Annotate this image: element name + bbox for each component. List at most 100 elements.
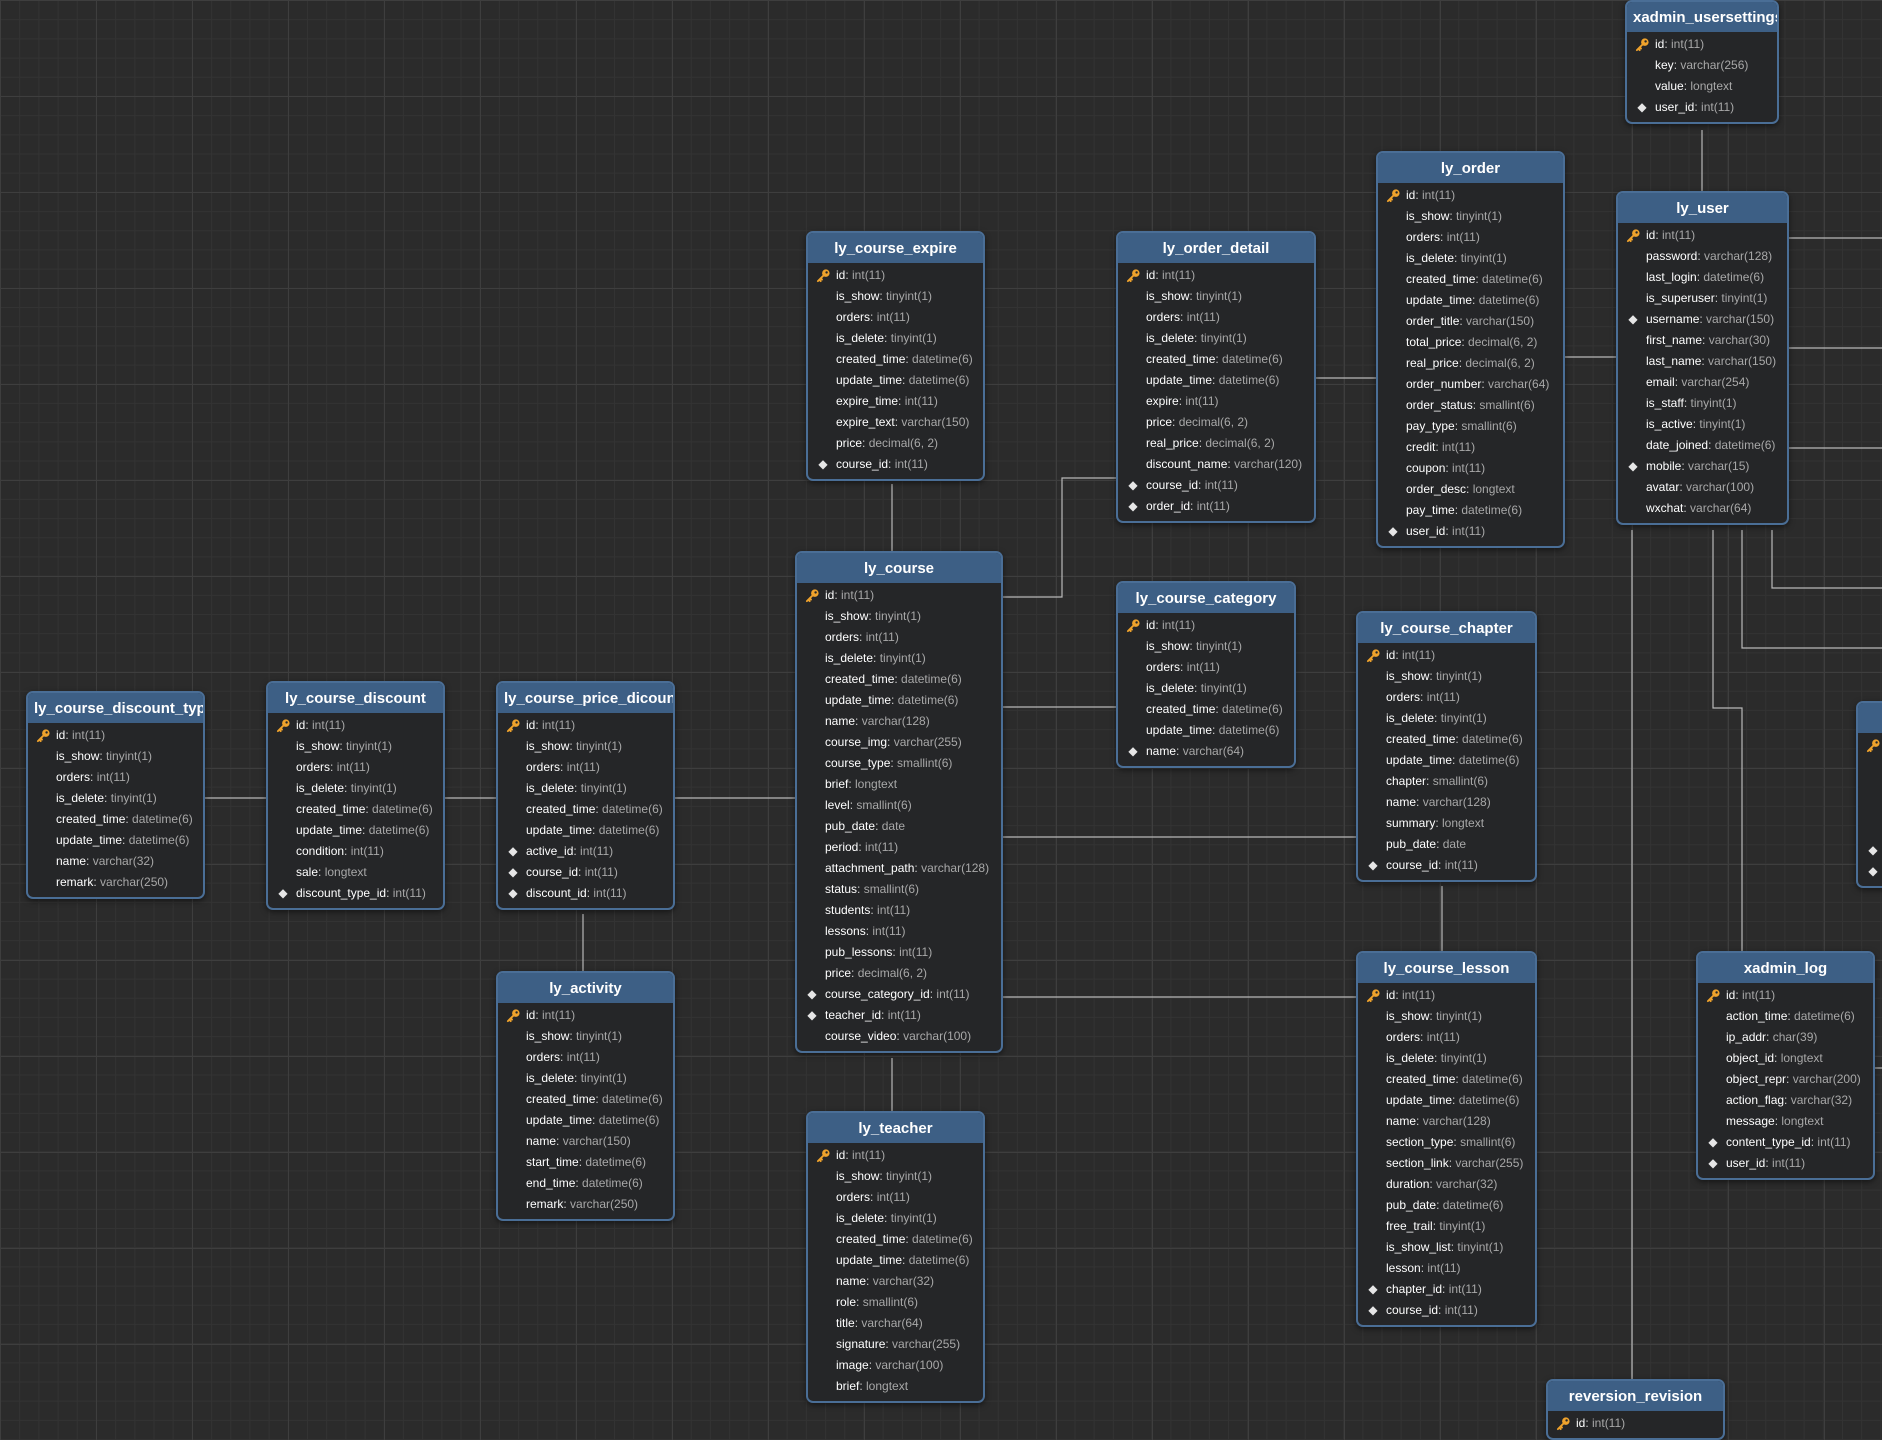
column-row[interactable]: name: varchar(32) (808, 1271, 983, 1292)
column-row[interactable]: update_time: datetime(6) (808, 1250, 983, 1271)
column-row[interactable]: ◆ user_id: int(11) (1378, 521, 1563, 542)
column-row[interactable] (1858, 798, 1882, 819)
column-row[interactable]: real_price: decimal(6, 2) (1378, 353, 1563, 374)
column-row[interactable]: action_flag: varchar(32) (1698, 1090, 1873, 1111)
column-row[interactable]: created_time: datetime(6) (498, 799, 673, 820)
column-row[interactable]: id: int(11) (1358, 985, 1535, 1006)
table-ly-course-category[interactable]: ly_course_category id: int(11) is_show: ti… (1116, 581, 1296, 768)
column-row[interactable]: price: decimal(6, 2) (1118, 412, 1314, 433)
column-row[interactable]: created_time: datetime(6) (1358, 729, 1535, 750)
column-row[interactable]: expire_text: varchar(150) (808, 412, 983, 433)
column-row[interactable]: is_show: tinyint(1) (1378, 206, 1563, 227)
table-title[interactable]: ly_user (1618, 193, 1787, 223)
column-row[interactable]: real_price: decimal(6, 2) (1118, 433, 1314, 454)
column-row[interactable]: orders: int(11) (1358, 687, 1535, 708)
column-row[interactable]: email: varchar(254) (1618, 372, 1787, 393)
column-row[interactable]: created_time: datetime(6) (498, 1089, 673, 1110)
column-row[interactable]: update_time: datetime(6) (498, 820, 673, 841)
column-row[interactable]: ◆ mobile: varchar(15) (1618, 456, 1787, 477)
column-row[interactable]: object_id: longtext (1698, 1048, 1873, 1069)
column-row[interactable]: value: longtext (1627, 76, 1777, 97)
column-row[interactable]: date_joined: datetime(6) (1618, 435, 1787, 456)
column-row[interactable]: action_time: datetime(6) (1698, 1006, 1873, 1027)
column-row[interactable]: coupon: int(11) (1378, 458, 1563, 479)
column-row[interactable]: is_delete: tinyint(1) (808, 1208, 983, 1229)
column-row[interactable]: pub_lessons: int(11) (797, 942, 1001, 963)
table-ly-order-detail[interactable]: ly_order_detail id: int(11) is_show: tinyi… (1116, 231, 1316, 523)
column-row[interactable]: is_show: tinyint(1) (1358, 666, 1535, 687)
column-row[interactable]: update_time: datetime(6) (808, 370, 983, 391)
table-title[interactable]: ly_course_discount_type (28, 693, 203, 723)
column-row[interactable]: ◆ user_id: int(11) (1698, 1153, 1873, 1174)
column-row[interactable]: ◆ course_category_id: int(11) (797, 984, 1001, 1005)
column-row[interactable]: update_time: datetime(6) (797, 690, 1001, 711)
column-row[interactable]: expire_time: int(11) (808, 391, 983, 412)
column-row[interactable]: duration: varchar(32) (1358, 1174, 1535, 1195)
column-row[interactable] (1858, 819, 1882, 840)
column-row[interactable]: ◆ course_id: int(11) (808, 454, 983, 475)
column-row[interactable]: ip_addr: char(39) (1698, 1027, 1873, 1048)
column-row[interactable]: course_img: varchar(255) (797, 732, 1001, 753)
column-row[interactable]: level: smallint(6) (797, 795, 1001, 816)
table-ly-order[interactable]: ly_order id: int(11) is_show: tinyint(1) or… (1376, 151, 1565, 548)
table-ly-user[interactable]: ly_user id: int(11) password: varchar(128)… (1616, 191, 1789, 525)
table-title[interactable]: ly_order_detail (1118, 233, 1314, 263)
column-row[interactable]: is_delete: tinyint(1) (1118, 678, 1294, 699)
column-row[interactable]: created_time: datetime(6) (1358, 1069, 1535, 1090)
column-row[interactable] (1858, 735, 1882, 756)
column-row[interactable]: id: int(11) (1378, 185, 1563, 206)
table-ly-course-discount[interactable]: ly_course_discount id: int(11) is_show: ti… (266, 681, 445, 910)
column-row[interactable]: id: int(11) (1548, 1413, 1723, 1434)
column-row[interactable]: pay_type: smallint(6) (1378, 416, 1563, 437)
column-row[interactable]: id: int(11) (1118, 265, 1314, 286)
column-row[interactable]: id: int(11) (498, 715, 673, 736)
column-row[interactable]: ◆ teacher_id: int(11) (797, 1005, 1001, 1026)
column-row[interactable]: is_delete: tinyint(1) (498, 1068, 673, 1089)
table-ly-teacher[interactable]: ly_teacher id: int(11) is_show: tinyint(1)… (806, 1111, 985, 1403)
column-row[interactable]: id: int(11) (808, 265, 983, 286)
column-row[interactable]: brief: longtext (808, 1376, 983, 1397)
column-row[interactable]: created_time: datetime(6) (797, 669, 1001, 690)
column-row[interactable]: ◆ discount_id: int(11) (498, 883, 673, 904)
column-row[interactable]: pub_date: date (1358, 834, 1535, 855)
column-row[interactable]: avatar: varchar(100) (1618, 477, 1787, 498)
table-xadmin-usersettings[interactable]: xadmin_usersettings id: int(11) key: varch… (1625, 0, 1779, 124)
column-row[interactable]: name: varchar(128) (1358, 792, 1535, 813)
table-title[interactable]: xadmin_usersettings (1627, 2, 1777, 32)
column-row[interactable]: is_show: tinyint(1) (1118, 286, 1314, 307)
table-title[interactable]: ly_teacher (808, 1113, 983, 1143)
column-row[interactable]: created_time: datetime(6) (1118, 349, 1314, 370)
column-row[interactable]: image: varchar(100) (808, 1355, 983, 1376)
column-row[interactable]: section_link: varchar(255) (1358, 1153, 1535, 1174)
column-row[interactable]: is_delete: tinyint(1) (1358, 1048, 1535, 1069)
table-ly-activity[interactable]: ly_activity id: int(11) is_show: tinyint(1… (496, 971, 675, 1221)
column-row[interactable]: id: int(11) (1698, 985, 1873, 1006)
column-row[interactable]: created_time: datetime(6) (1378, 269, 1563, 290)
column-row[interactable]: orders: int(11) (28, 767, 203, 788)
column-row[interactable]: period: int(11) (797, 837, 1001, 858)
column-row[interactable]: start_time: datetime(6) (498, 1152, 673, 1173)
column-row[interactable]: ◆ (1858, 861, 1882, 882)
column-row[interactable]: orders: int(11) (1378, 227, 1563, 248)
column-row[interactable]: is_show: tinyint(1) (797, 606, 1001, 627)
column-row[interactable]: discount_name: varchar(120) (1118, 454, 1314, 475)
column-row[interactable]: id: int(11) (1118, 615, 1294, 636)
column-row[interactable]: update_time: datetime(6) (268, 820, 443, 841)
column-row[interactable]: sale: longtext (268, 862, 443, 883)
column-row[interactable]: orders: int(11) (808, 1187, 983, 1208)
column-row[interactable]: update_time: datetime(6) (1378, 290, 1563, 311)
column-row[interactable]: name: varchar(150) (498, 1131, 673, 1152)
column-row[interactable]: is_superuser: tinyint(1) (1618, 288, 1787, 309)
column-row[interactable]: signature: varchar(255) (808, 1334, 983, 1355)
column-row[interactable]: id: int(11) (1618, 225, 1787, 246)
column-row[interactable]: last_login: datetime(6) (1618, 267, 1787, 288)
column-row[interactable]: course_video: varchar(100) (797, 1026, 1001, 1047)
column-row[interactable]: is_show: tinyint(1) (1118, 636, 1294, 657)
column-row[interactable]: order_number: varchar(64) (1378, 374, 1563, 395)
column-row[interactable]: id: int(11) (498, 1005, 673, 1026)
column-row[interactable]: is_staff: tinyint(1) (1618, 393, 1787, 414)
column-row[interactable]: is_delete: tinyint(1) (808, 328, 983, 349)
column-row[interactable]: price: decimal(6, 2) (808, 433, 983, 454)
column-row[interactable]: last_name: varchar(150) (1618, 351, 1787, 372)
column-row[interactable]: orders: int(11) (808, 307, 983, 328)
